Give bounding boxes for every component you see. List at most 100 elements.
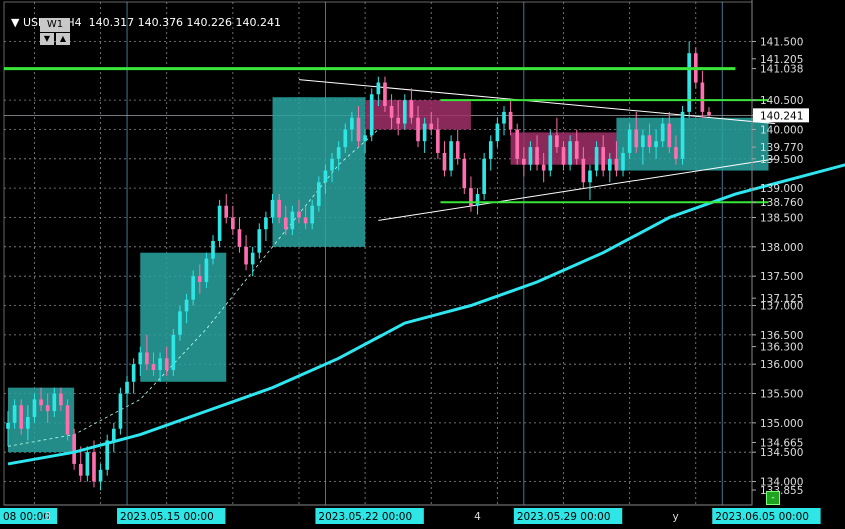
bear-candle (231, 217, 235, 230)
y-tick-label: 135.000 (760, 418, 803, 430)
bull-candle (204, 258, 209, 283)
bull-candle (607, 158, 612, 171)
bear-candle (151, 364, 156, 371)
bull-candle (98, 469, 103, 482)
bear-candle (65, 405, 70, 435)
dropdown-icon[interactable]: ▼ (11, 16, 19, 29)
bull-candle (111, 428, 116, 441)
bull-candle (138, 352, 143, 365)
bear-candle (515, 129, 520, 159)
bear-candle (283, 217, 288, 230)
bull-candle (687, 53, 691, 112)
bear-candle (429, 123, 434, 130)
bear-candle (436, 129, 440, 153)
corner-button[interactable]: - (766, 491, 780, 505)
y-tick-label: 139.770 (760, 142, 803, 154)
bull-candle (621, 152, 625, 171)
y-tick-label: 136.500 (760, 330, 803, 342)
bear-candle (522, 158, 526, 165)
bear-candle (197, 276, 202, 283)
bull-candle (641, 135, 645, 148)
y-tick-label: 138.500 (760, 212, 803, 224)
bear-candle (455, 141, 460, 159)
bear-candle (574, 141, 579, 159)
bull-candle (211, 240, 215, 259)
bear-candle (634, 129, 639, 148)
x-tick-label: 2023.05.22 00:00 (318, 511, 412, 523)
bull-candle (482, 158, 486, 195)
bull-candle (548, 135, 553, 171)
scroll-down-icon[interactable]: ▼ (40, 33, 54, 45)
bull-candle (660, 123, 665, 142)
x-tick-label: 2023.05.29 00:00 (517, 511, 611, 523)
bear-candle (145, 352, 149, 365)
scroll-up-icon[interactable]: ▲ (56, 33, 70, 45)
bear-candle (674, 147, 678, 159)
y-tick-label: 136.300 (760, 342, 803, 354)
bear-candle (244, 246, 248, 265)
x-tick-label: 2023.05.15 00:00 (120, 511, 214, 523)
bear-candle (707, 111, 711, 116)
bull-candle (310, 205, 315, 224)
bear-candle (237, 229, 242, 247)
bear-candle (72, 434, 76, 464)
bear-candle (45, 405, 50, 412)
bull-candle (528, 147, 533, 165)
bull-candle (475, 194, 480, 206)
y-tick-label: 139.000 (760, 183, 803, 195)
y-tick-label: 138.760 (760, 197, 803, 209)
zone-cyan (616, 117, 769, 171)
bull-candle (376, 82, 381, 95)
timeframe-label[interactable]: W1 (40, 18, 70, 32)
bull-candle (488, 141, 493, 159)
bull-candle (257, 229, 262, 253)
bear-candle (581, 158, 586, 183)
x-tick-label: 3 (44, 511, 51, 523)
trendline (378, 158, 776, 221)
bull-candle (627, 129, 632, 153)
bear-candle (39, 399, 43, 406)
bull-candle (317, 182, 321, 206)
bear-candle (396, 117, 400, 124)
bull-candle (350, 117, 354, 130)
bear-candle (541, 164, 546, 171)
bull-candle (12, 405, 17, 423)
bull-candle (85, 452, 90, 476)
bull-candle (290, 211, 295, 230)
bear-candle (224, 205, 229, 218)
bull-candle (6, 422, 10, 429)
price-axis: 141.500141.205141.038140.500140.241140.0… (751, 0, 809, 505)
bear-candle (508, 111, 513, 130)
bull-candle (343, 129, 348, 148)
bull-candle (250, 252, 255, 265)
bull-candle (654, 141, 658, 148)
bear-candle (555, 135, 559, 148)
bear-candle (277, 199, 281, 218)
bear-candle (389, 106, 394, 118)
bear-candle (19, 405, 24, 429)
bear-candle (700, 82, 705, 112)
price-chart[interactable]: 141.500141.205141.038140.500140.241140.0… (0, 0, 845, 529)
bull-candle (336, 147, 341, 159)
y-tick-label: 135.500 (760, 389, 803, 401)
y-tick-label: 134.500 (760, 447, 803, 459)
bull-candle (125, 381, 129, 394)
y-tick-label: 136.000 (760, 359, 803, 371)
y-tick-label: 141.038 (760, 64, 803, 76)
timeframe-box: W1 ▼ ▲ (40, 18, 70, 46)
bear-candle (303, 217, 308, 224)
time-axis: 08 00:003 2023.05.15 00:00 2023.05.22 00:0… (0, 504, 821, 524)
x-tick-label: 08 00:00 (3, 511, 50, 523)
bear-candle (297, 211, 301, 218)
bull-candle (131, 364, 136, 382)
bull-candle (369, 94, 374, 136)
bear-candle (442, 152, 447, 171)
y-tick-label: 140.500 (760, 95, 803, 107)
bull-candle (178, 311, 182, 335)
y-tick-label: 139.500 (760, 154, 803, 166)
bull-candle (32, 399, 37, 417)
bear-candle (535, 147, 539, 165)
bull-candle (568, 141, 572, 165)
bull-candle (363, 135, 367, 142)
bull-candle (52, 393, 57, 412)
